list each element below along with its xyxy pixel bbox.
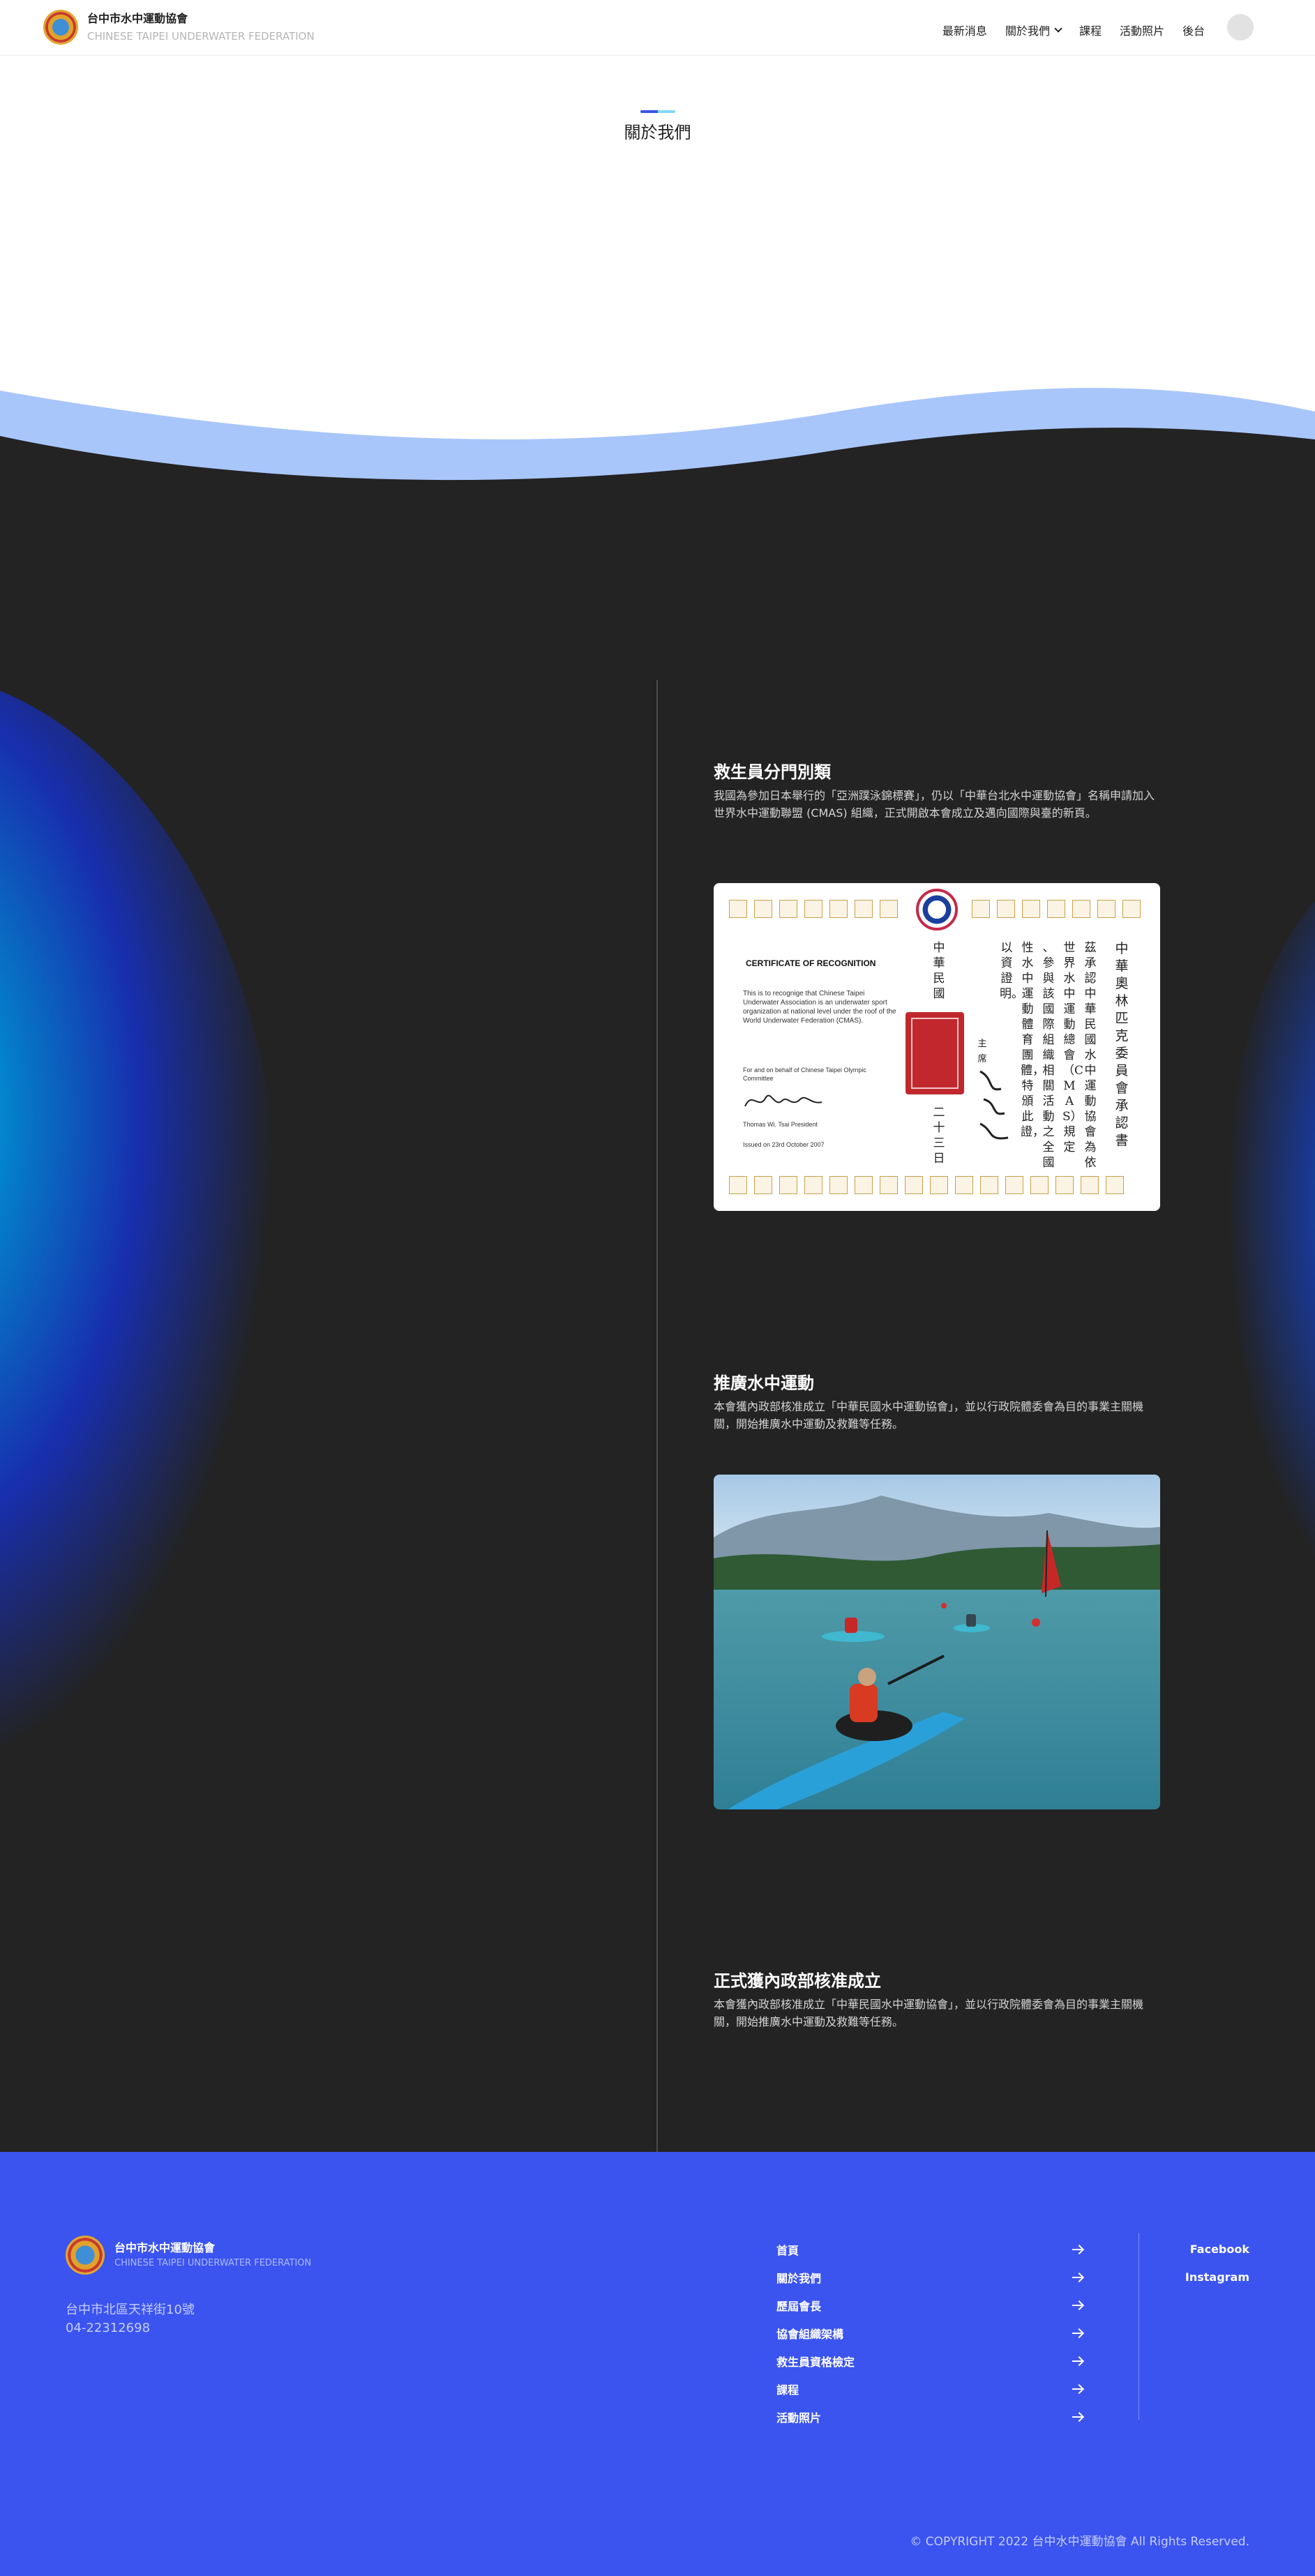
timeline-line: [656, 680, 658, 2152]
wave-divider: [0, 388, 1315, 502]
footer-link-photos[interactable]: 活動照片: [776, 2403, 1083, 2431]
site-header: 台中市水中運動協會 CHINESE TAIPEI UNDERWATER FEDE…: [0, 0, 1315, 56]
avatar[interactable]: [1227, 14, 1254, 40]
instagram-link[interactable]: Instagram: [1185, 2264, 1249, 2291]
arrow-right-icon: [1072, 2244, 1083, 2255]
signature-icon: [744, 1094, 822, 1107]
footer-phone: 04-22312698: [66, 2321, 151, 2335]
cert-text-col: 、參與該國際組織相關活動之全國: [1042, 941, 1055, 1170]
facebook-link[interactable]: Facebook: [1185, 2236, 1249, 2264]
footer-contact: 台中市北區天祥街10號 04-22312698: [66, 2301, 195, 2337]
federation-logo: [43, 10, 78, 45]
footer-link-label: 關於我們: [776, 2272, 822, 2285]
nav-item-photos[interactable]: 活動照片: [1120, 22, 1164, 38]
site-footer: 台中市水中運動協會 CHINESE TAIPEI UNDERWATER FEDE…: [0, 2152, 1315, 2576]
nav-item-about[interactable]: 關於我們: [1005, 22, 1062, 38]
arrow-right-icon: [1072, 2300, 1083, 2311]
cert-date-top: 中華民國: [933, 941, 945, 1001]
brand-name: 台中市水中運動協會: [87, 12, 188, 25]
brand-subtitle: CHINESE TAIPEI UNDERWATER FEDERATION: [87, 30, 315, 43]
certificate-signer: Thomas Wi. Tsai President: [743, 1121, 818, 1128]
footer-link-home[interactable]: 首頁: [776, 2236, 1083, 2264]
footer-link-label: 課程: [776, 2383, 799, 2397]
cert-title-col: 中華奧林匹克委員會承認書: [1115, 941, 1129, 1148]
nav-item-admin[interactable]: 後台: [1182, 22, 1205, 38]
nav-label: 最新消息: [942, 24, 987, 38]
timeline-desc: 我國為參加日本舉行的「亞洲蹼泳錦標賽」，仍以「中華台北水中運動協會」名稱申請加入…: [714, 789, 1155, 820]
arrow-right-icon: [1072, 2272, 1083, 2283]
footer-link-lifeguard-cert[interactable]: 救生員資格檢定: [776, 2347, 1083, 2375]
certificate-sign-label: For and on behalf of Chinese Taipei Olym…: [743, 1067, 866, 1082]
signature-icon: [979, 1070, 1009, 1140]
footer-link-label: 救生員資格檢定: [776, 2356, 855, 2369]
footer-brand-name: 台中市水中運動協會: [114, 2241, 216, 2254]
cert-text-col: 以資證明。: [1000, 941, 1023, 1001]
footer-brand-subtitle: CHINESE TAIPEI UNDERWATER FEDERATION: [114, 2258, 312, 2268]
cert-text-col: 茲承認中華民國水中運動協會為依: [1084, 941, 1097, 1170]
timeline-title: 正式獲內政部核准成立: [714, 1971, 881, 1991]
footer-link-presidents[interactable]: 歷屆會長: [776, 2291, 1083, 2319]
nav-label: 課程: [1079, 24, 1102, 38]
cert-date-bottom: 二十三日: [933, 1106, 945, 1166]
title-accent-bar: [640, 110, 675, 113]
olympic-committee-emblem: [916, 889, 958, 931]
certificate-issued: Issued on 23rd October 2007: [743, 1141, 825, 1148]
footer-link-organization[interactable]: 協會組織架構: [776, 2319, 1083, 2347]
nav-label: 關於我們: [1005, 24, 1050, 38]
arrow-right-icon: [1072, 2356, 1083, 2367]
page-title: 關於我們: [624, 123, 691, 142]
paddleboard-photo: [714, 1475, 1160, 1809]
main-nav: 最新消息 關於我們 課程 活動照片 後台: [924, 14, 1254, 40]
stamp-border-top-right: [972, 900, 1148, 918]
footer-link-label: 協會組織架構: [776, 2328, 844, 2341]
arrow-right-icon: [1072, 2328, 1083, 2339]
footer-address: 台中市北區天祥街10號: [66, 2303, 195, 2317]
footer-link-courses[interactable]: 課程: [776, 2375, 1083, 2403]
stamp-border-top: [729, 900, 905, 918]
stamp-border-bottom: [729, 1176, 1131, 1194]
footer-brand[interactable]: 台中市水中運動協會 CHINESE TAIPEI UNDERWATER FEDE…: [66, 2236, 311, 2275]
footer-brand-text: 台中市水中運動協會 CHINESE TAIPEI UNDERWATER FEDE…: [114, 2240, 311, 2270]
footer-links: 首頁 關於我們 歷屆會長 協會組織架構 救生員資格檢定 課程 活動照片: [776, 2236, 1083, 2431]
certificate-image: CERTIFICATE OF RECOGNITION This is to re…: [714, 883, 1160, 1211]
red-seal-stamp: [906, 1012, 964, 1094]
cert-president: 主席: [977, 1039, 987, 1064]
brand[interactable]: 台中市水中運動協會 CHINESE TAIPEI UNDERWATER FEDE…: [43, 10, 315, 45]
brand-text: 台中市水中運動協會 CHINESE TAIPEI UNDERWATER FEDE…: [87, 11, 315, 43]
certificate-body: This is to recognige that Chinese Taipei…: [743, 990, 896, 1025]
cert-text-col: 世界水中運動總會（CMAS）規定: [1062, 941, 1084, 1154]
page: 台中市水中運動協會 CHINESE TAIPEI UNDERWATER FEDE…: [0, 0, 1315, 2576]
footer-link-about[interactable]: 關於我們: [776, 2264, 1083, 2291]
cert-text-col: 性水中運動體育團體，特頒此證，: [1021, 941, 1044, 1139]
timeline-title: 救生員分門別類: [714, 762, 831, 782]
nav-item-courses[interactable]: 課程: [1079, 22, 1102, 38]
certificate-heading: CERTIFICATE OF RECOGNITION: [746, 958, 876, 968]
timeline-title: 推廣水中運動: [714, 1373, 814, 1393]
footer-link-label: 歷屆會長: [776, 2300, 822, 2313]
nav-label: 後台: [1182, 24, 1205, 38]
footer-link-label: 活動照片: [776, 2411, 822, 2425]
footer-social: Facebook Instagram: [1185, 2236, 1249, 2291]
footer-link-label: 首頁: [776, 2244, 799, 2257]
timeline-desc: 本會獲內政部核准成立「中華民國水中運動協會」，並以行政院體委會為目的事業主關機關…: [714, 1400, 1144, 1431]
copyright: © COPYRIGHT 2022 台中水中運動協會 All Rights Res…: [910, 2535, 1249, 2549]
arrow-right-icon: [1072, 2411, 1083, 2423]
nav-label: 活動照片: [1119, 24, 1164, 38]
timeline-desc: 本會獲內政部核准成立「中華民國水中運動協會」，並以行政院體委會為目的事業主關機關…: [714, 1998, 1144, 2028]
chevron-down-icon: [1054, 24, 1062, 33]
arrow-right-icon: [1072, 2383, 1083, 2395]
federation-logo: [66, 2236, 105, 2275]
nav-item-news[interactable]: 最新消息: [942, 22, 987, 38]
